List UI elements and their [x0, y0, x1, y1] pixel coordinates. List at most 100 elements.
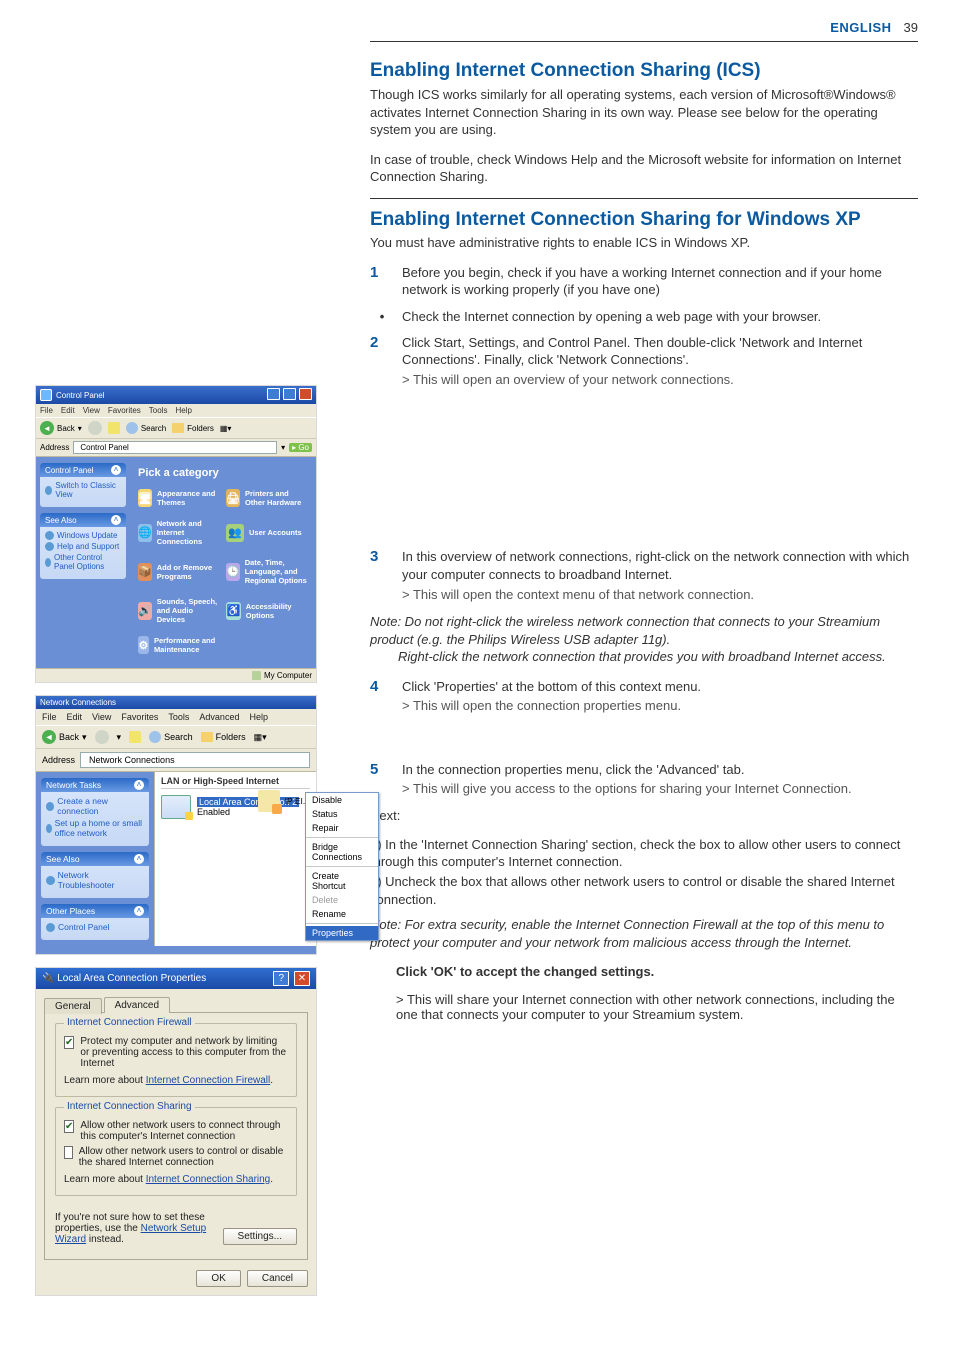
screenshot-network-connections: Network Connections File Edit View Favor… — [36, 696, 316, 954]
collapse-icon[interactable]: ˄ — [111, 515, 121, 525]
menu-favorites[interactable]: Favorites — [121, 712, 158, 722]
section1-title: Enabling Internet Connection Sharing (IC… — [370, 60, 918, 82]
cp-pane1-title: Control Panel — [45, 466, 93, 475]
menu-help[interactable]: Help — [175, 406, 191, 415]
collapse-icon[interactable]: ˄ — [111, 465, 121, 475]
minimize-icon[interactable] — [267, 388, 280, 400]
cat-add-remove[interactable]: 📦Add or Remove Programs — [138, 558, 220, 585]
checkbox-firewall[interactable]: ✔ — [64, 1036, 74, 1049]
link-control-panel[interactable]: Control Panel — [46, 922, 144, 932]
screenshot-control-panel: Control Panel File Edit View Favorites T… — [36, 386, 316, 682]
back-button[interactable]: ◄Back ▾ — [42, 730, 87, 744]
back-button[interactable]: ◄Back ▾ — [40, 421, 82, 435]
collapse-icon[interactable]: ˄ — [134, 780, 144, 790]
address-field[interactable]: Control Panel — [73, 441, 277, 454]
menu-file[interactable]: File — [42, 712, 57, 722]
ctx-shortcut[interactable]: Create Shortcut — [306, 869, 378, 893]
cat-accessibility[interactable]: ♿Accessibility Options — [226, 597, 308, 624]
maximize-icon[interactable] — [283, 388, 296, 400]
close-icon[interactable]: ✕ — [294, 971, 310, 986]
go-button[interactable]: ▸ Go — [289, 443, 312, 452]
note-2: Note: For extra security, enable the Int… — [370, 916, 918, 951]
cat-printers[interactable]: 🖨Printers and Other Hardware — [226, 489, 308, 507]
cat-performance[interactable]: ⚙Performance and Maintenance — [138, 636, 220, 654]
collapse-icon[interactable]: ˄ — [134, 906, 144, 916]
address-dropdown-icon[interactable]: ▾ — [281, 443, 285, 452]
folders-button[interactable]: Folders — [201, 732, 246, 742]
step-5: 5 In the connection properties menu, cli… — [370, 761, 918, 798]
ok-button[interactable]: OK — [196, 1270, 240, 1287]
collapse-icon[interactable]: ˄ — [134, 854, 144, 864]
forward-button[interactable] — [95, 730, 109, 744]
nc-title: Network Connections — [40, 698, 116, 707]
cat-sounds[interactable]: 🔊Sounds, Speech, and Audio Devices — [138, 597, 220, 624]
link-ics[interactable]: Internet Connection Sharing — [146, 1174, 271, 1185]
ctx-status[interactable]: Status — [306, 807, 378, 821]
learn-more-ics-pre: Learn more about — [64, 1174, 146, 1185]
link-create-connection[interactable]: Create a new connection — [46, 796, 144, 816]
close-icon[interactable] — [299, 388, 312, 400]
search-button[interactable]: Search — [149, 731, 193, 743]
group-ics: Internet Connection Sharing — [64, 1101, 195, 1112]
cat-users[interactable]: 👥User Accounts — [226, 519, 308, 546]
menu-view[interactable]: View — [83, 406, 100, 415]
ctx-rename[interactable]: Rename — [306, 907, 378, 921]
link-other-cp-options[interactable]: Other Control Panel Options — [45, 553, 121, 571]
ctx-disable[interactable]: Disable — [306, 793, 378, 807]
checkbox-allow-connect[interactable]: ✔ — [64, 1120, 74, 1133]
forward-button[interactable] — [88, 421, 102, 435]
menu-tools[interactable]: Tools — [149, 406, 168, 415]
folders-button[interactable]: Folders — [172, 423, 214, 433]
link-firewall[interactable]: Internet Connection Firewall — [146, 1075, 271, 1086]
cp-pane2-title: See Also — [45, 516, 77, 525]
step-1-bullet: • Check the Internet connection by openi… — [370, 309, 918, 324]
ctx-repair[interactable]: Repair — [306, 821, 378, 835]
link-help-support[interactable]: Help and Support — [45, 542, 121, 551]
wizard-item[interactable]: IP EI... — [258, 790, 310, 812]
views-icon[interactable]: ▦▾ — [254, 732, 267, 743]
step-4-text: Click 'Properties' at the bottom of this… — [402, 679, 701, 694]
step-1: 1 Before you begin, check if you have a … — [370, 264, 918, 299]
nc-pane3-title: Other Places — [46, 906, 95, 916]
cat-network[interactable]: 🌐Network and Internet Connections — [138, 519, 220, 546]
menu-edit[interactable]: Edit — [61, 406, 75, 415]
menu-help[interactable]: Help — [249, 712, 268, 722]
ctx-properties[interactable]: Properties — [306, 926, 378, 940]
nc-pane1-title: Network Tasks — [46, 780, 101, 790]
step-3: 3 In this overview of network connection… — [370, 548, 918, 603]
up-icon[interactable] — [129, 731, 141, 743]
cat-appearance[interactable]: 🖥Appearance and Themes — [138, 489, 220, 507]
learn-more-firewall-pre: Learn more about — [64, 1075, 146, 1086]
step-5-result: > This will give you access to the optio… — [402, 780, 918, 798]
tab-general[interactable]: General — [44, 998, 102, 1014]
menu-view[interactable]: View — [92, 712, 111, 722]
cat-date-time[interactable]: 🕒Date, Time, Language, and Regional Opti… — [226, 558, 308, 585]
step-5-text: In the connection properties menu, click… — [402, 762, 744, 777]
menu-advanced[interactable]: Advanced — [199, 712, 239, 722]
link-windows-update[interactable]: Windows Update — [45, 531, 121, 540]
search-button[interactable]: Search — [126, 422, 166, 434]
cancel-button[interactable]: Cancel — [247, 1270, 308, 1287]
switch-classic-view[interactable]: Switch to Classic View — [45, 481, 121, 499]
connection-icon — [161, 795, 191, 819]
note-1a: Note: Do not right-click the wireless ne… — [370, 614, 880, 647]
help-icon[interactable]: ? — [273, 971, 289, 986]
address-field[interactable]: Network Connections — [80, 752, 310, 768]
checkbox-allow-control[interactable] — [64, 1146, 73, 1159]
link-setup-home-network[interactable]: Set up a home or small office network — [46, 818, 144, 838]
section1-p2: In case of trouble, check Windows Help a… — [370, 151, 918, 186]
menu-tools[interactable]: Tools — [168, 712, 189, 722]
menu-file[interactable]: File — [40, 406, 53, 415]
menu-edit[interactable]: Edit — [67, 712, 83, 722]
note-1: Note: Do not right-click the wireless ne… — [370, 613, 918, 666]
tab-advanced[interactable]: Advanced — [104, 997, 170, 1013]
link-network-troubleshooter[interactable]: Network Troubleshooter — [46, 870, 144, 890]
menu-favorites[interactable]: Favorites — [108, 406, 141, 415]
status-text: My Computer — [264, 671, 312, 680]
settings-button[interactable]: Settings... — [223, 1228, 297, 1245]
ctx-bridge[interactable]: Bridge Connections — [306, 840, 378, 864]
connection-status: Enabled — [197, 807, 230, 817]
section2-title: Enabling Internet Connection Sharing for… — [370, 198, 918, 231]
views-icon[interactable]: ▦▾ — [220, 424, 232, 433]
up-icon[interactable] — [108, 422, 120, 434]
